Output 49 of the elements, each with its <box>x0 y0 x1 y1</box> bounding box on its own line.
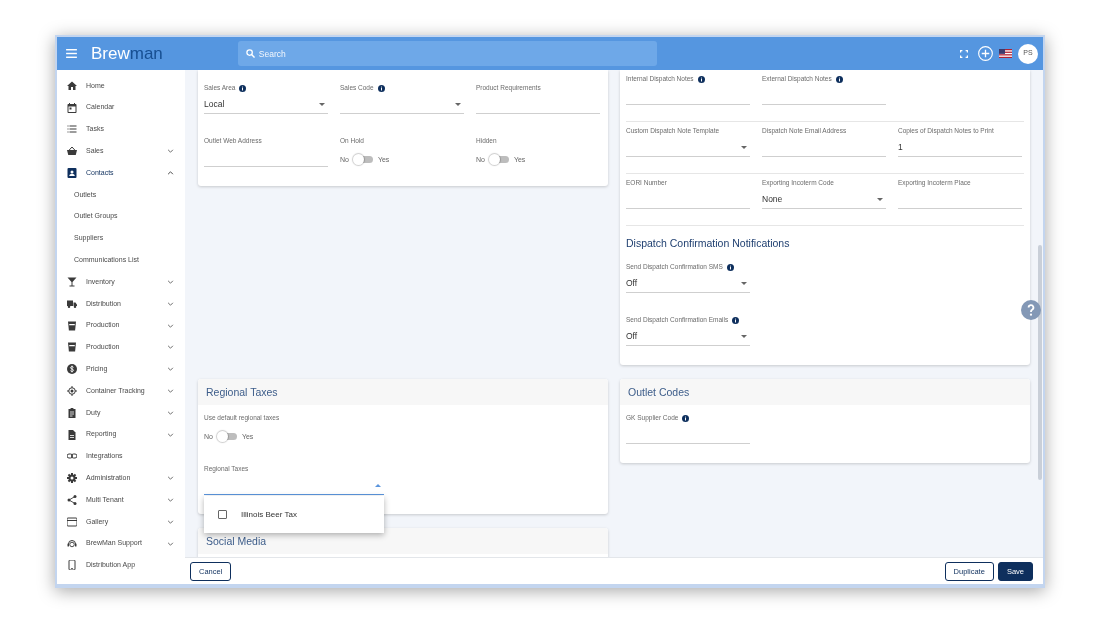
window-icon <box>67 516 77 527</box>
caret-icon <box>741 145 747 149</box>
scrollbar-thumb[interactable] <box>1038 245 1042 480</box>
clipboard-icon <box>67 407 77 418</box>
search-field[interactable]: Search <box>237 41 657 66</box>
glass-icon <box>67 277 77 288</box>
caret-icon <box>741 281 747 285</box>
caret-icon <box>319 102 325 106</box>
card-header: Regional Taxes <box>198 379 608 405</box>
caret-icon <box>741 334 747 338</box>
phone-icon <box>67 560 77 571</box>
flag-icon[interactable] <box>999 49 1012 58</box>
target-icon <box>67 386 77 397</box>
search-icon <box>245 49 255 58</box>
toggle-switch[interactable] <box>352 154 374 165</box>
app-logo: Brewman <box>91 43 163 64</box>
toggle-switch[interactable] <box>488 154 510 165</box>
checkbox[interactable] <box>218 510 227 519</box>
link-icon <box>67 451 77 462</box>
contact-card-icon <box>67 168 77 179</box>
list-icon <box>67 124 77 135</box>
card-header: Social Media <box>198 528 608 554</box>
dropdown-field[interactable]: Local <box>204 93 328 114</box>
section-heading: Dispatch Confirmation Notifications <box>626 236 791 250</box>
caret-icon <box>877 197 883 201</box>
document-icon <box>67 429 77 440</box>
dropdown-field[interactable]: Off <box>626 325 750 346</box>
calendar-icon <box>67 102 77 113</box>
dropdown-option[interactable]: Illinois Beer Tax <box>204 496 384 533</box>
truck-icon <box>67 298 77 309</box>
basket-icon <box>67 146 77 157</box>
gear-icon <box>67 473 77 484</box>
headset-icon <box>67 538 77 549</box>
toggle-switch[interactable] <box>216 431 238 442</box>
dollar-icon <box>67 364 77 375</box>
dropdown-field[interactable]: Off <box>626 272 750 293</box>
text-field[interactable]: 1 <box>898 136 1022 157</box>
dropdown-field[interactable]: None <box>762 188 886 209</box>
help-icon[interactable] <box>1021 300 1041 320</box>
cup-icon <box>67 320 77 331</box>
fullscreen-icon[interactable] <box>960 49 968 58</box>
card-header: Outlet Codes <box>620 379 1030 405</box>
cup-icon <box>67 342 77 353</box>
home-icon <box>67 80 77 91</box>
menu-icon[interactable] <box>66 49 77 58</box>
caret-icon <box>455 102 461 106</box>
add-circle-icon[interactable] <box>978 46 993 61</box>
caret-icon <box>375 483 381 487</box>
share-icon <box>67 495 77 506</box>
